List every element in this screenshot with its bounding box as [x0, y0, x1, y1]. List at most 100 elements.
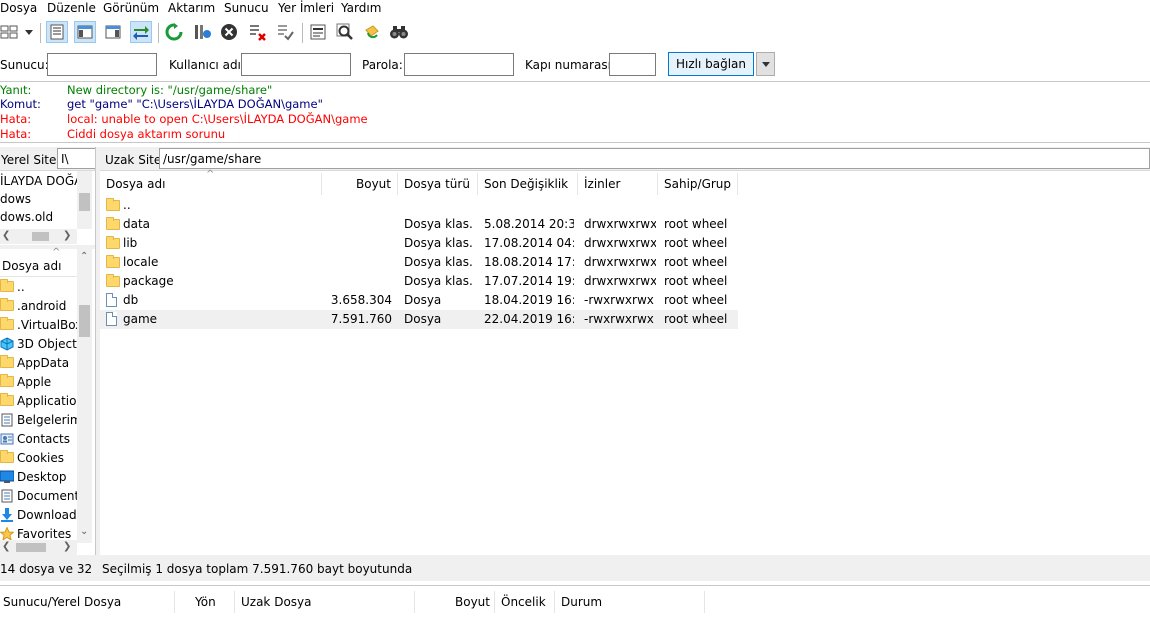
scroll-thumb[interactable]: [79, 305, 90, 337]
local-file-row[interactable]: Apple: [0, 372, 51, 391]
synchronized-browsing-button[interactable]: [361, 21, 383, 43]
folder-icon: [0, 298, 14, 311]
quickconnect-button[interactable]: Hızlı bağlan: [668, 52, 754, 76]
menu-sunucu[interactable]: Sunucu: [224, 1, 269, 15]
local-file-row[interactable]: .VirtualBox: [0, 315, 82, 334]
local-column-header[interactable]: Dosya adı ^: [0, 247, 77, 277]
queue-col-status[interactable]: Durum: [555, 591, 705, 613]
log-type: Yanıt:: [0, 83, 32, 97]
quickconnect-history-dropdown[interactable]: [756, 52, 775, 76]
cancel-operation-button[interactable]: [218, 21, 240, 43]
toggle-remote-tree-button[interactable]: [102, 21, 124, 43]
remote-file-row[interactable]: ..: [100, 196, 738, 215]
menu-yardim[interactable]: Yardım: [341, 1, 381, 15]
col-type[interactable]: Dosya türü: [398, 173, 478, 195]
toggle-comparison-button[interactable]: [334, 21, 356, 43]
message-log[interactable]: Yanıt: New directory is: "/usr/game/shar…: [0, 83, 1150, 143]
menu-dosya[interactable]: Dosya: [0, 1, 37, 15]
menu-duzenle[interactable]: Düzenle: [47, 1, 96, 15]
col-size[interactable]: Boyut: [322, 173, 398, 195]
site-manager-dropdown[interactable]: [22, 21, 36, 43]
local-tree-item[interactable]: dows: [0, 189, 31, 208]
queue-col-server-local[interactable]: Sunucu/Yerel Dosya: [0, 591, 175, 613]
local-tree-hscrollbar[interactable]: ❮ ❯: [0, 229, 77, 244]
disconnect-button[interactable]: [246, 21, 268, 43]
toggle-local-tree-button[interactable]: [74, 21, 96, 43]
toggle-queue-button[interactable]: [130, 21, 152, 43]
remote-file-row[interactable]: lib Dosya klas... 17.08.2014 04:0... drwxrw…: [100, 234, 738, 253]
menu-gorunum[interactable]: Görünüm: [103, 1, 159, 15]
search-remote-files-button[interactable]: [388, 21, 410, 43]
username-input[interactable]: [241, 53, 351, 76]
scroll-down-icon[interactable]: ⌄: [80, 527, 88, 537]
remote-site-label: Uzak Site:: [105, 153, 166, 167]
local-file-row[interactable]: Desktop: [0, 467, 67, 486]
file-name: data: [123, 217, 151, 231]
file-owner: root wheel: [664, 274, 728, 288]
scroll-up-icon[interactable]: ⌃: [80, 252, 88, 262]
col-modified[interactable]: Son Değişiklik: [478, 173, 578, 195]
3d-objects-icon: [0, 336, 14, 351]
log-message: local: unable to open C:\Users\İLAYDA DO…: [67, 112, 368, 126]
local-file-row[interactable]: .android: [0, 296, 66, 315]
local-file-row[interactable]: Belgelerim: [0, 410, 82, 429]
remote-file-row[interactable]: db 3.658.304 Dosya 18.04.2019 16:5... -rwxrw…: [100, 291, 738, 310]
remote-file-row[interactable]: package Dosya klas... 17.07.2014 19:2... dr…: [100, 272, 738, 291]
local-files-hscrollbar[interactable]: ❮ ❯: [0, 540, 77, 555]
file-modified: 5.08.2014 20:30...: [484, 217, 574, 231]
scroll-thumb[interactable]: [79, 193, 90, 211]
local-file-row[interactable]: 3D Objects: [0, 334, 83, 353]
transfer-queue[interactable]: Sunucu/Yerel Dosya Yön Uzak Dosya Boyut …: [0, 585, 1150, 620]
local-file-name: Document: [17, 488, 80, 503]
menu-yer-imleri[interactable]: Yer İmleri: [278, 1, 334, 15]
site-manager-button[interactable]: [0, 21, 22, 43]
toggle-log-button[interactable]: [46, 21, 68, 43]
local-files-vscrollbar[interactable]: ⌃ ⌄: [77, 249, 92, 543]
remote-file-row[interactable]: game 7.591.760 Dosya 22.04.2019 16:2... -rwx…: [100, 310, 738, 329]
local-file-row[interactable]: Document: [0, 486, 79, 505]
favorites-star-icon: [0, 526, 14, 541]
scroll-right-icon[interactable]: ❯: [63, 542, 71, 552]
scroll-left-icon[interactable]: ❮: [2, 542, 10, 552]
col-filename[interactable]: Dosya adı ^: [100, 169, 322, 195]
log-message: get "game" "C:\Users\İLAYDA DOĞAN\game": [67, 97, 323, 111]
local-file-row[interactable]: Downloads: [0, 505, 83, 524]
password-input[interactable]: [404, 53, 514, 76]
col-modified-label: Son Değişiklik: [484, 177, 569, 191]
directory-listing-filters-button[interactable]: [307, 21, 329, 43]
scroll-left-icon[interactable]: ❮: [2, 231, 10, 241]
process-queue-button[interactable]: [191, 21, 213, 43]
remote-file-row[interactable]: locale Dosya klas... 18.08.2014 17:4... drw…: [100, 253, 738, 272]
scroll-right-icon[interactable]: ❯: [63, 231, 71, 241]
host-input[interactable]: [47, 53, 157, 76]
local-tree-item[interactable]: İLAYDA DOĞA: [0, 171, 82, 190]
col-owner[interactable]: Sahip/Grup: [658, 173, 738, 195]
col-permissions[interactable]: İzinler: [578, 173, 658, 195]
remote-site-input[interactable]: [159, 148, 1150, 169]
log-type: Komut:: [0, 97, 41, 111]
log-message: New directory is: "/usr/game/share": [67, 83, 273, 97]
reconnect-button[interactable]: [274, 21, 296, 43]
queue-col-direction[interactable]: Yön: [175, 591, 235, 613]
local-file-row[interactable]: Application: [0, 391, 84, 410]
local-tree-item[interactable]: dows.old: [0, 207, 53, 226]
scroll-thumb[interactable]: [16, 543, 46, 552]
local-file-row[interactable]: Cookies: [0, 448, 64, 467]
local-file-row[interactable]: ..: [0, 277, 25, 296]
remote-file-row[interactable]: data Dosya klas... 5.08.2014 20:30... drwxr…: [100, 215, 738, 234]
refresh-button[interactable]: [163, 21, 185, 43]
local-tree-vscrollbar[interactable]: [77, 171, 92, 229]
local-file-name: 3D Objects: [17, 336, 84, 351]
port-input[interactable]: [609, 53, 656, 76]
queue-col-priority[interactable]: Öncelik: [495, 591, 555, 613]
file-size: 3.658.304: [330, 293, 392, 307]
local-file-row[interactable]: AppData: [0, 353, 69, 372]
file-owner: root wheel: [664, 217, 728, 231]
local-file-row[interactable]: Contacts: [0, 429, 70, 448]
scroll-thumb[interactable]: [32, 232, 49, 241]
queue-col-size[interactable]: Boyut: [415, 591, 495, 613]
menu-aktarim[interactable]: Aktarım: [168, 1, 215, 15]
remote-status-bar: Seçilmiş 1 dosya toplam 7.591.760 bayt b…: [100, 555, 1150, 581]
local-site-input[interactable]: [57, 148, 95, 169]
queue-col-remote-file[interactable]: Uzak Dosya: [235, 591, 415, 613]
